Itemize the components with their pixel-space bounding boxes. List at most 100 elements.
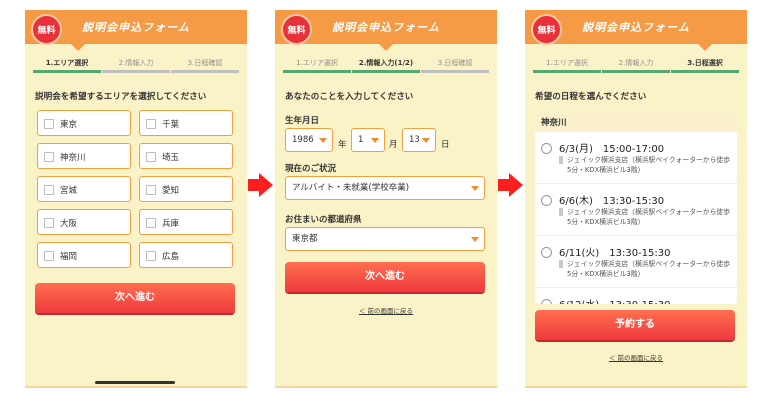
step-info: 2.情報入力 [618, 59, 654, 67]
prefecture-select[interactable]: 東京都 [285, 227, 485, 251]
area-checkbox-miyagi[interactable]: 宮城 [37, 176, 131, 202]
checkbox-box [44, 185, 54, 195]
area-checkbox-hiroshima[interactable]: 広島 [139, 242, 233, 268]
footer-line [525, 386, 747, 388]
schedule-slot[interactable]: 6/6(木) 13:30-15:30 ジェイック横浜支店（横浜駅ベイクォーターか… [535, 186, 737, 236]
checkbox-box [146, 185, 156, 195]
schedule-slot[interactable]: 6/3(月) 15:00-17:00 ジェイック横浜支店（横浜駅ベイクォーターか… [535, 134, 737, 184]
dropdown-arrow-icon [422, 138, 430, 143]
info-question: あなたのことを入力してください [285, 92, 414, 102]
checkbox-box [44, 251, 54, 261]
area-label: 愛知 [162, 186, 180, 196]
schedule-question: 希望の日程を選んでください [535, 92, 647, 102]
next-button[interactable]: 次へ進む [35, 283, 235, 313]
schedule-slot[interactable]: 6/12(水) 13:30-15:30 [535, 290, 737, 304]
step-area: 1.エリア選択 [546, 59, 588, 67]
day-unit: 日 [441, 140, 450, 150]
area-question: 説明会を希望するエリアを選択してください [35, 92, 207, 102]
birth-month-value: 1 [358, 135, 364, 145]
year-unit: 年 [338, 140, 347, 150]
active-step-pointer [378, 43, 394, 51]
status-label: 現在のご状況 [285, 164, 337, 174]
step-area: 1.エリア選択 [45, 59, 89, 67]
phone-screen-area-select: 説明会申込フォーム 無料 1.エリア選択 2.情報入力 3.日程確認 説明会を希… [25, 10, 247, 388]
step-bar-2 [352, 70, 420, 73]
step-bar-1 [283, 70, 351, 73]
step-info: 2.情報入力 [118, 59, 154, 67]
dropdown-arrow-icon [319, 138, 327, 143]
area-label: 兵庫 [162, 219, 180, 229]
schedule-slot[interactable]: 6/11(火) 13:30-15:30 ジェイック横浜支店（横浜駅ベイクォーター… [535, 238, 737, 288]
step-bar-1 [533, 70, 601, 73]
step-bar-2 [602, 70, 670, 73]
slot-location: ジェイック横浜支店（横浜駅ベイクォーターから徒歩5分・KDX横浜ビル3階） [567, 208, 730, 226]
area-checkbox-aichi[interactable]: 愛知 [139, 176, 233, 202]
area-label: 東京 [60, 120, 78, 130]
slot-datetime: 6/12(水) 13:30-15:30 [559, 296, 671, 304]
back-link[interactable]: ＜ 前の画面に戻る [525, 352, 747, 362]
schedule-list[interactable]: 神奈川 6/3(月) 15:00-17:00 ジェイック横浜支店（横浜駅ベイクォ… [535, 114, 737, 304]
area-checkbox-osaka[interactable]: 大阪 [37, 209, 131, 235]
active-step-pointer [697, 43, 713, 51]
phone-screen-info-input: 説明会申込フォーム 無料 1.エリア選択 2.情報入力(1/2) 3.日程確認 … [275, 10, 497, 388]
checkbox-box [146, 251, 156, 261]
checkbox-box [44, 119, 54, 129]
reserve-button[interactable]: 予約する [535, 310, 735, 340]
location-pin-icon [559, 156, 563, 164]
area-checkbox-chiba[interactable]: 千葉 [139, 110, 233, 136]
birth-year-select[interactable]: 1986 [285, 128, 333, 152]
next-button[interactable]: 次へ進む [285, 262, 485, 292]
prefecture-label: お住まいの都道府県 [285, 215, 362, 225]
step-indicator: 1.エリア選択 2.情報入力(1/2) 3.日程確認 [283, 58, 489, 76]
dropdown-arrow-icon [471, 237, 479, 242]
slot-datetime: 6/3(月) 15:00-17:00 [559, 144, 665, 155]
step-schedule: 3.日程確認 [437, 59, 473, 67]
birth-month-select[interactable]: 1 [351, 128, 385, 152]
slot-radio[interactable] [541, 299, 552, 304]
flow-arrow-1-icon [259, 173, 273, 197]
checkbox-box [146, 152, 156, 162]
footer-line [25, 386, 247, 388]
area-label: 宮城 [60, 186, 78, 196]
area-checkbox-fukuoka[interactable]: 福岡 [37, 242, 131, 268]
home-indicator [95, 381, 175, 384]
area-label: 福岡 [60, 252, 78, 262]
area-checkbox-hyogo[interactable]: 兵庫 [139, 209, 233, 235]
checkbox-box [44, 218, 54, 228]
area-checkbox-kanagawa[interactable]: 神奈川 [37, 143, 131, 169]
step-schedule: 3.日程確認 [187, 59, 223, 67]
slot-datetime: 6/11(火) 13:30-15:30 [559, 248, 671, 259]
step-bar-3 [671, 70, 739, 73]
free-badge: 無料 [281, 14, 312, 45]
region-header: 神奈川 [535, 114, 737, 132]
slot-radio[interactable] [541, 195, 552, 206]
area-label: 大阪 [60, 219, 78, 229]
location-pin-icon [559, 260, 563, 268]
slot-radio[interactable] [541, 247, 552, 258]
location-pin-icon [559, 208, 563, 216]
status-select[interactable]: アルバイト・未就業(学校卒業) [285, 176, 485, 200]
status-value: アルバイト・未就業(学校卒業) [292, 183, 410, 193]
dropdown-arrow-icon [471, 186, 479, 191]
area-label: 神奈川 [60, 153, 86, 163]
birth-day-select[interactable]: 13 [402, 128, 436, 152]
area-checkbox-tokyo[interactable]: 東京 [37, 110, 131, 136]
dropdown-arrow-icon [371, 138, 379, 143]
area-label: 埼玉 [162, 153, 180, 163]
comparison-stage: 説明会申込フォーム 無料 1.エリア選択 2.情報入力 3.日程確認 説明会を希… [0, 0, 775, 409]
slot-radio[interactable] [541, 143, 552, 154]
step-bar-3 [171, 70, 239, 73]
step-bar-2 [102, 70, 170, 73]
checkbox-box [146, 119, 156, 129]
area-checkbox-saitama[interactable]: 埼玉 [139, 143, 233, 169]
footer-line [275, 386, 497, 388]
back-link[interactable]: ＜ 前の画面に戻る [275, 305, 497, 315]
area-label: 千葉 [162, 120, 180, 130]
slot-datetime: 6/6(木) 13:30-15:30 [559, 196, 665, 207]
step-schedule: 3.日程選択 [687, 59, 723, 67]
slot-location: ジェイック横浜支店（横浜駅ベイクォーターから徒歩5分・KDX横浜ビル3階） [567, 260, 730, 278]
slot-location: ジェイック横浜支店（横浜駅ベイクォーターから徒歩5分・KDX横浜ビル3階） [567, 156, 730, 174]
step-indicator: 1.エリア選択 2.情報入力 3.日程確認 [33, 58, 239, 76]
birth-year-value: 1986 [292, 135, 314, 145]
prefecture-value: 東京都 [292, 234, 318, 244]
